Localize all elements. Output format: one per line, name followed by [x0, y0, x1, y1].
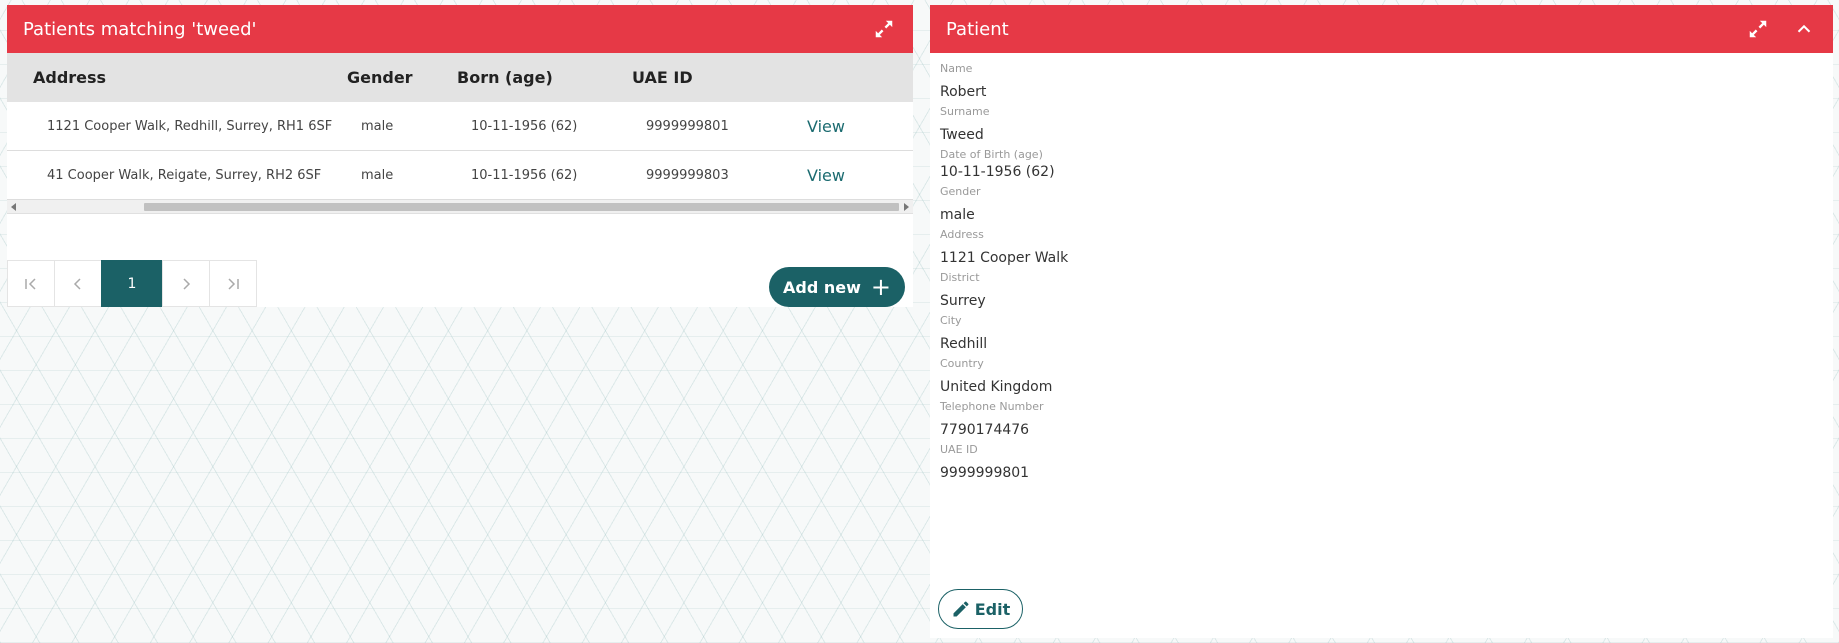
last-page-icon: [228, 277, 239, 290]
field-label: Gender: [940, 185, 981, 198]
first-page-icon: [25, 277, 36, 290]
row-gender: male: [361, 118, 394, 134]
previous-page-button[interactable]: [54, 260, 102, 307]
patient-results-panel: Patients matching 'tweed' Address Gender…: [7, 5, 913, 307]
field-value: 10-11-1956 (62): [940, 164, 1055, 180]
row-address: 1121 Cooper Walk, Redhill, Surrey, RH1 6…: [47, 118, 333, 134]
field-address: Address 1121 Cooper Walk: [940, 228, 1823, 266]
view-link[interactable]: View: [807, 166, 907, 185]
field-value: Surrey: [940, 293, 986, 309]
add-new-button[interactable]: Add new +: [769, 267, 905, 307]
edit-label: Edit: [974, 599, 1011, 619]
patient-panel-header: Patient: [930, 5, 1833, 53]
field-label: Date of Birth (age): [940, 148, 1043, 161]
field-value: 7790174476: [940, 422, 1030, 438]
pagination: 1: [7, 260, 257, 307]
scrollbar-thumb[interactable]: [144, 203, 899, 211]
chevron-up-icon[interactable]: [1791, 16, 1817, 42]
field-label: Country: [940, 357, 984, 370]
pencil-icon: [953, 601, 969, 617]
field-label: UAE ID: [940, 443, 978, 456]
field-label: Name: [940, 62, 973, 75]
last-page-button[interactable]: [209, 260, 257, 307]
row-uae-id: 9999999803: [646, 167, 729, 183]
expand-icon[interactable]: [1745, 16, 1771, 42]
row-born: 10-11-1956 (62): [471, 167, 578, 183]
next-page-button[interactable]: [162, 260, 210, 307]
row-gender: male: [361, 167, 394, 183]
page-button-current[interactable]: 1: [101, 260, 163, 307]
field-value: 9999999801: [940, 465, 1030, 481]
add-new-label: Add new: [783, 277, 861, 297]
patient-detail-panel: Patient Name Robert Surname Tweed Date o…: [930, 5, 1833, 638]
field-city: City Redhill: [940, 314, 1823, 352]
field-value: Redhill: [940, 336, 988, 352]
table-header: Address Gender Born (age) UAE ID: [7, 53, 913, 102]
field-label: Telephone Number: [940, 400, 1044, 413]
table-row: 41 Cooper Walk, Reigate, Surrey, RH2 6SF…: [7, 151, 913, 200]
field-value: 1121 Cooper Walk: [940, 250, 1069, 266]
patient-panel-title: Patient: [946, 18, 1009, 40]
results-panel-header: Patients matching 'tweed': [7, 5, 913, 53]
field-label: District: [940, 271, 980, 284]
field-country: Country United Kingdom: [940, 357, 1823, 395]
horizontal-scrollbar[interactable]: [7, 200, 913, 214]
column-header-address[interactable]: Address: [7, 68, 347, 87]
field-value: Robert: [940, 84, 987, 100]
field-name: Name Robert: [940, 62, 1823, 100]
field-value: male: [940, 207, 975, 223]
first-page-button[interactable]: [7, 260, 55, 307]
chevron-left-icon: [73, 277, 81, 290]
plus-icon: +: [870, 273, 891, 301]
field-value: United Kingdom: [940, 379, 1053, 395]
field-telephone: Telephone Number 7790174476: [940, 400, 1823, 438]
column-header-uae-id[interactable]: UAE ID: [632, 68, 807, 87]
field-date-of-birth: Date of Birth (age) 10-11-1956 (62): [940, 148, 1823, 180]
row-uae-id: 9999999801: [646, 118, 729, 134]
results-table: Address Gender Born (age) UAE ID 1121 Co…: [7, 53, 913, 214]
column-header-born[interactable]: Born (age): [457, 68, 632, 87]
scroll-left-icon[interactable]: [11, 203, 16, 211]
view-link[interactable]: View: [807, 117, 907, 136]
chevron-right-icon: [183, 277, 191, 290]
field-label: Address: [940, 228, 984, 241]
patient-fields: Name Robert Surname Tweed Date of Birth …: [930, 53, 1833, 481]
field-district: District Surrey: [940, 271, 1823, 309]
row-address: 41 Cooper Walk, Reigate, Surrey, RH2 6SF: [47, 167, 322, 183]
field-surname: Surname Tweed: [940, 105, 1823, 143]
column-header-gender[interactable]: Gender: [347, 68, 457, 87]
field-gender: Gender male: [940, 185, 1823, 223]
field-label: Surname: [940, 105, 990, 118]
table-row: 1121 Cooper Walk, Redhill, Surrey, RH1 6…: [7, 102, 913, 151]
row-born: 10-11-1956 (62): [471, 118, 578, 134]
field-uae-id: UAE ID 9999999801: [940, 443, 1823, 481]
field-value: Tweed: [940, 127, 984, 143]
results-panel-title: Patients matching 'tweed': [23, 18, 257, 40]
field-label: City: [940, 314, 962, 327]
edit-button[interactable]: Edit: [938, 589, 1023, 629]
expand-icon[interactable]: [871, 16, 897, 42]
scroll-right-icon[interactable]: [904, 203, 909, 211]
